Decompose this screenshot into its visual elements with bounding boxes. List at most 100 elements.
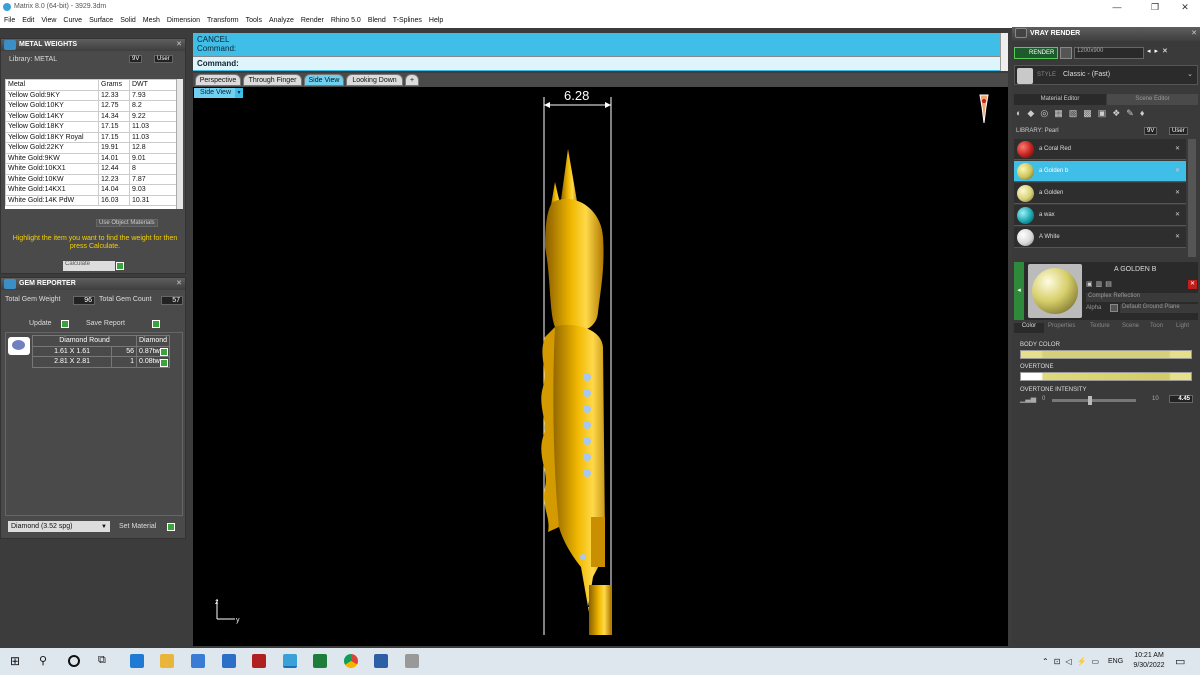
- table-row[interactable]: 2.81 X 2.81 1 0.08tw: [31, 356, 171, 368]
- set-material-button[interactable]: [167, 523, 175, 531]
- tab-texture[interactable]: Texture: [1090, 323, 1110, 329]
- command-scrollbar[interactable]: [1000, 33, 1008, 71]
- excel-icon[interactable]: [313, 654, 327, 668]
- list-item[interactable]: a Golden b ✕: [1014, 161, 1186, 182]
- close-icon[interactable]: ✕: [1175, 211, 1180, 218]
- calculate-button[interactable]: [116, 262, 124, 270]
- close-button[interactable]: ✕: [1173, 1, 1197, 13]
- list-item[interactable]: a Golden ✕: [1014, 183, 1186, 204]
- menu-rhino[interactable]: Rhino 5.0: [327, 14, 364, 24]
- table-row[interactable]: White Gold:14KX1 14.04 9.03: [5, 184, 177, 196]
- table-row[interactable]: Yellow Gold:9KY 12.33 7.93: [5, 89, 177, 101]
- render-settings-icon[interactable]: [1060, 47, 1072, 59]
- select-gem-button[interactable]: [160, 359, 168, 367]
- delete-icon[interactable]: ✕: [1188, 280, 1197, 289]
- menu-dimension[interactable]: Dimension: [163, 14, 203, 24]
- library-user-button[interactable]: User: [154, 55, 173, 63]
- style-selector[interactable]: STYLE Classic - (Fast) ⌄: [1014, 65, 1198, 85]
- mail-icon[interactable]: [222, 654, 236, 668]
- language-indicator[interactable]: ENG: [1108, 658, 1123, 665]
- menu-view[interactable]: View: [37, 14, 59, 24]
- menu-analyze[interactable]: Analyze: [265, 14, 297, 24]
- menu-tools[interactable]: Tools: [242, 14, 265, 24]
- intensity-value[interactable]: 4.45: [1169, 395, 1193, 403]
- table-row[interactable]: White Gold:14K PdW 16.03 10.31: [5, 194, 177, 206]
- table-row[interactable]: Yellow Gold:14KY 14.34 9.22: [5, 110, 177, 122]
- windows-start-icon[interactable]: ⊞: [10, 655, 22, 667]
- close-icon[interactable]: ✕: [176, 39, 182, 51]
- store-icon[interactable]: [191, 654, 205, 668]
- render-nav-icons[interactable]: ◂▸✕: [1147, 47, 1197, 59]
- table-row[interactable]: Yellow Gold:18KY 17.15 11.03: [5, 121, 177, 133]
- menu-solid[interactable]: Solid: [116, 14, 139, 24]
- table-row[interactable]: White Gold:10KX1 12.44 8: [5, 163, 177, 175]
- tab-through-finger[interactable]: Through Finger: [243, 74, 302, 86]
- tab-scene[interactable]: Scene: [1122, 323, 1139, 329]
- render-button[interactable]: RENDER: [1014, 47, 1058, 59]
- table-row[interactable]: 1.61 X 1.61 56 0.87tw: [31, 345, 171, 357]
- update-button[interactable]: [61, 320, 69, 328]
- preview-tool-icons[interactable]: ▣▥▤: [1086, 280, 1126, 289]
- chevron-down-icon[interactable]: ▼: [101, 524, 107, 530]
- menu-render[interactable]: Render: [297, 14, 327, 24]
- menu-surface[interactable]: Surface: [85, 14, 116, 24]
- list-item[interactable]: A White ✕: [1014, 227, 1186, 248]
- library-user-button[interactable]: User: [1169, 127, 1188, 135]
- viewport[interactable]: Side View ▾ 6.28 z y: [193, 87, 1008, 646]
- reflection-select[interactable]: Complex Reflection: [1086, 293, 1198, 302]
- tray-icons[interactable]: ⌃⊡◁⚡▭: [1042, 657, 1104, 666]
- clock-time[interactable]: 10:21 AM: [1132, 652, 1166, 659]
- app-icon[interactable]: [252, 654, 266, 668]
- save-report-button[interactable]: [152, 320, 160, 328]
- tab-scene-editor[interactable]: Scene Editor: [1107, 94, 1198, 105]
- maximize-button[interactable]: ❐: [1143, 1, 1167, 13]
- table-row[interactable]: Yellow Gold:18KY Royal 17.15 11.03: [5, 131, 177, 143]
- overtone-slider[interactable]: [1020, 372, 1192, 381]
- body-color-slider[interactable]: [1020, 350, 1192, 359]
- col-dwt[interactable]: DWT: [129, 79, 177, 91]
- menu-transform[interactable]: Transform: [203, 14, 242, 24]
- minimize-button[interactable]: —: [1105, 1, 1129, 13]
- menu-curve[interactable]: Curve: [59, 14, 85, 24]
- table-scrollbar[interactable]: [176, 79, 183, 209]
- photos-icon[interactable]: [374, 654, 388, 668]
- menu-tsplines[interactable]: T-Splines: [389, 14, 425, 24]
- menu-blend[interactable]: Blend: [364, 14, 389, 24]
- collapse-arrow-icon[interactable]: ◂: [1014, 262, 1024, 320]
- task-view-icon[interactable]: ⧉: [98, 654, 106, 667]
- chrome-icon[interactable]: [344, 654, 358, 668]
- intensity-track[interactable]: [1052, 396, 1136, 405]
- tab-light[interactable]: Light: [1176, 323, 1189, 329]
- ground-plane-select[interactable]: Default Ground Plane: [1120, 304, 1198, 313]
- tab-properties[interactable]: Properties: [1048, 323, 1075, 329]
- close-icon[interactable]: ✕: [1175, 233, 1180, 240]
- settings-icon[interactable]: [405, 654, 419, 668]
- col-metal[interactable]: Metal: [5, 79, 99, 91]
- close-icon[interactable]: ✕: [1175, 145, 1180, 152]
- col-grams[interactable]: Grams: [98, 79, 130, 91]
- list-item[interactable]: a wax ✕: [1014, 205, 1186, 226]
- tab-color[interactable]: Color: [1014, 323, 1044, 333]
- material-select[interactable]: Diamond (3.52 spg): [8, 521, 110, 532]
- close-icon[interactable]: ✕: [1175, 167, 1180, 174]
- intensity-thumb[interactable]: [1088, 396, 1092, 405]
- material-list-scrollbar[interactable]: [1188, 139, 1196, 257]
- file-explorer-icon[interactable]: [160, 654, 174, 668]
- tab-looking-down[interactable]: Looking Down: [346, 74, 403, 86]
- resolution-field[interactable]: 1200x900: [1074, 47, 1144, 59]
- library-9v-button[interactable]: 9V: [1144, 127, 1158, 135]
- tab-perspective[interactable]: Perspective: [195, 74, 241, 86]
- select-gem-button[interactable]: [160, 348, 168, 356]
- table-row[interactable]: Yellow Gold:22KY 19.91 12.8: [5, 142, 177, 154]
- close-icon[interactable]: ✕: [176, 278, 182, 290]
- calculate-field[interactable]: Calculate: [63, 261, 115, 271]
- library-9v-button[interactable]: 9V: [129, 55, 143, 63]
- command-input[interactable]: Command:: [193, 56, 1008, 70]
- matrix-app-icon[interactable]: [283, 654, 297, 668]
- cortana-icon[interactable]: [68, 655, 80, 667]
- table-row[interactable]: Yellow Gold:10KY 12.75 8.2: [5, 100, 177, 112]
- tab-toon[interactable]: Toon: [1150, 323, 1163, 329]
- use-object-materials-checkbox[interactable]: Use Object Materials: [96, 219, 158, 227]
- table-row[interactable]: White Gold:9KW 14.01 9.01: [5, 152, 177, 164]
- list-item[interactable]: a Coral Red ✕: [1014, 139, 1186, 160]
